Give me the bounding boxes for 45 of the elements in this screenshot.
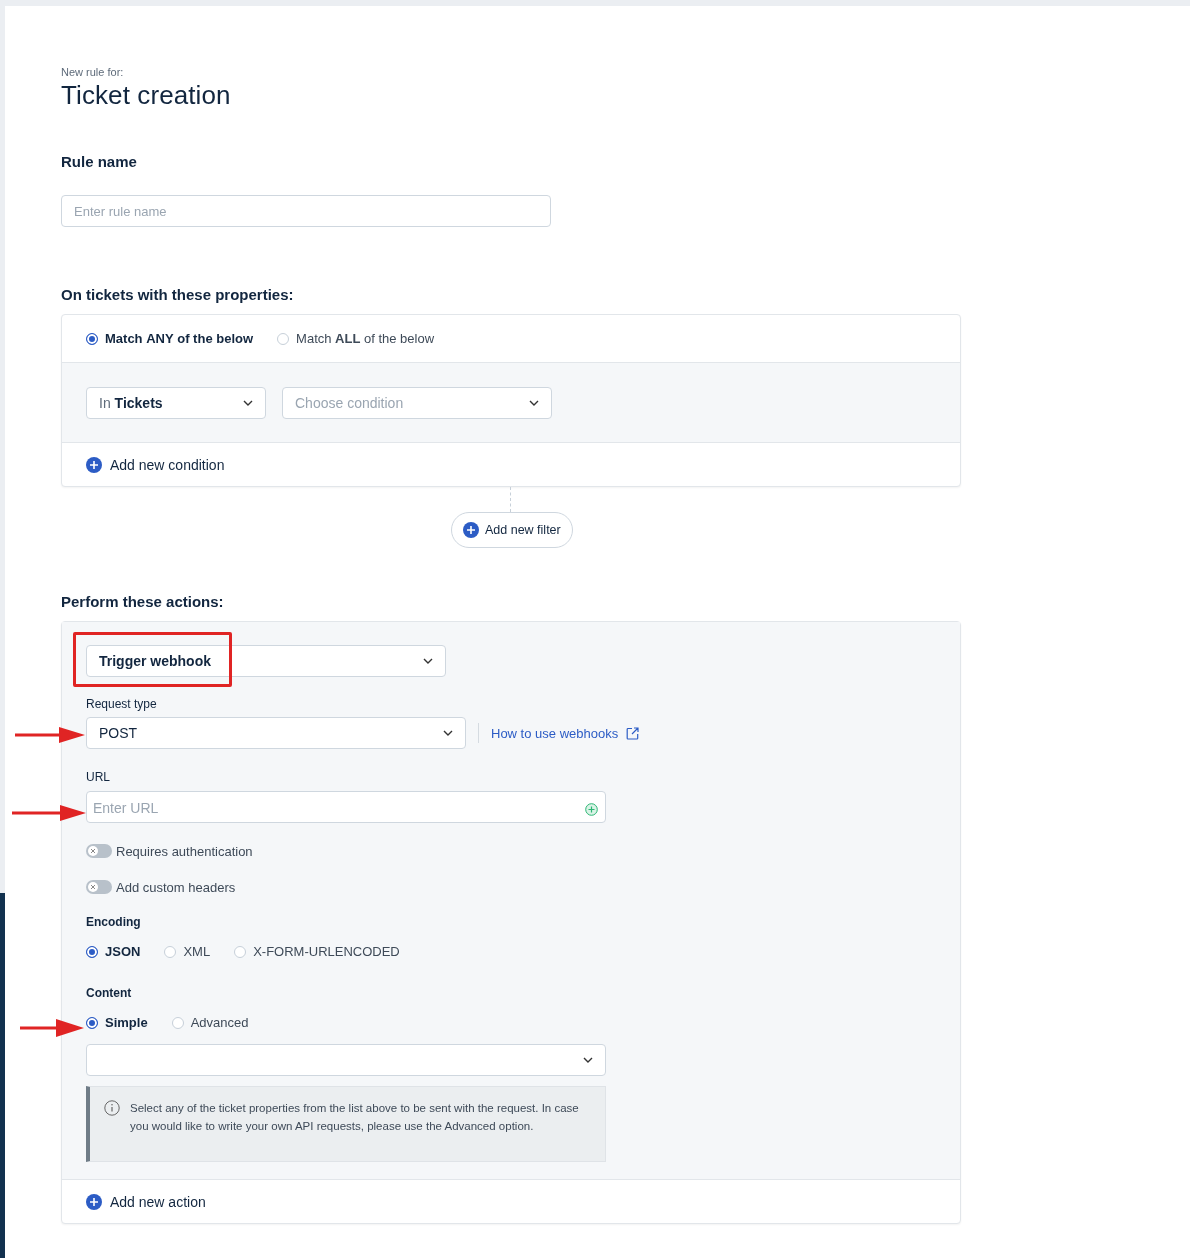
chevron-icon: [243, 399, 253, 406]
content-option[interactable]: Advanced: [171, 1015, 249, 1030]
url-field[interactable]: Enter URL: [86, 791, 606, 823]
rule-name-field[interactable]: Enter rule name: [61, 195, 551, 227]
section-heading: Rule name: [61, 153, 138, 170]
help-link[interactable]: How to use webhooks: [491, 725, 640, 741]
toggle-option[interactable]: Requires authentication: [86, 843, 936, 859]
plus-icon: [463, 522, 479, 538]
field-label: Request type: [86, 697, 158, 711]
info-icon: [104, 1100, 120, 1116]
chevron-icon: [583, 1057, 593, 1063]
section-heading: On tickets with these properties:: [61, 286, 295, 303]
field-label: Encoding: [86, 915, 142, 929]
page-subtitle: New rule for:: [61, 66, 125, 78]
field-label: URL: [86, 770, 111, 784]
properties-select[interactable]: [86, 1044, 606, 1076]
plus-icon: [86, 1193, 102, 1210]
scope-select[interactable]: In Tickets: [86, 386, 266, 419]
cross-icon: [90, 848, 96, 854]
action-select[interactable]: Trigger webhook: [86, 645, 446, 677]
section-heading: Perform these actions:: [61, 593, 225, 610]
field-label: Content: [86, 986, 133, 1000]
toggle-option[interactable]: Add custom headers: [86, 879, 936, 895]
plus-icon: [86, 456, 102, 473]
cross-icon: [90, 884, 96, 890]
encoding-option[interactable]: X-FORM-URLENCODED: [234, 944, 400, 959]
chevron-icon: [443, 730, 453, 736]
page-title: Ticket creation: [61, 80, 232, 111]
encoding-option[interactable]: XML: [164, 944, 211, 959]
arrow-icon: [20, 1019, 84, 1037]
encoding-option[interactable]: JSON: [86, 944, 141, 959]
add-condition-button[interactable]: Add new condition: [86, 456, 225, 473]
arrow-icon: [15, 727, 85, 743]
chevron-icon: [529, 399, 539, 406]
match-option[interactable]: Match ALL of the below: [277, 331, 435, 346]
content-option[interactable]: Simple: [86, 1015, 148, 1030]
add-filter-button[interactable]: Add new filter: [451, 512, 573, 548]
add-action-button[interactable]: Add new action: [86, 1193, 206, 1210]
external-link-icon: [626, 726, 640, 740]
arrow-icon: [12, 805, 86, 821]
info-text: Select any of the ticket properties from the list above to be sent with the request. In case you would like to write your own API requests, please use the Advanced option.: [130, 1101, 580, 1134]
request-type-select[interactable]: POST: [86, 717, 466, 749]
chevron-icon: [423, 658, 433, 664]
add-icon: [585, 803, 598, 816]
match-option[interactable]: Match ANY of the below: [86, 331, 254, 346]
